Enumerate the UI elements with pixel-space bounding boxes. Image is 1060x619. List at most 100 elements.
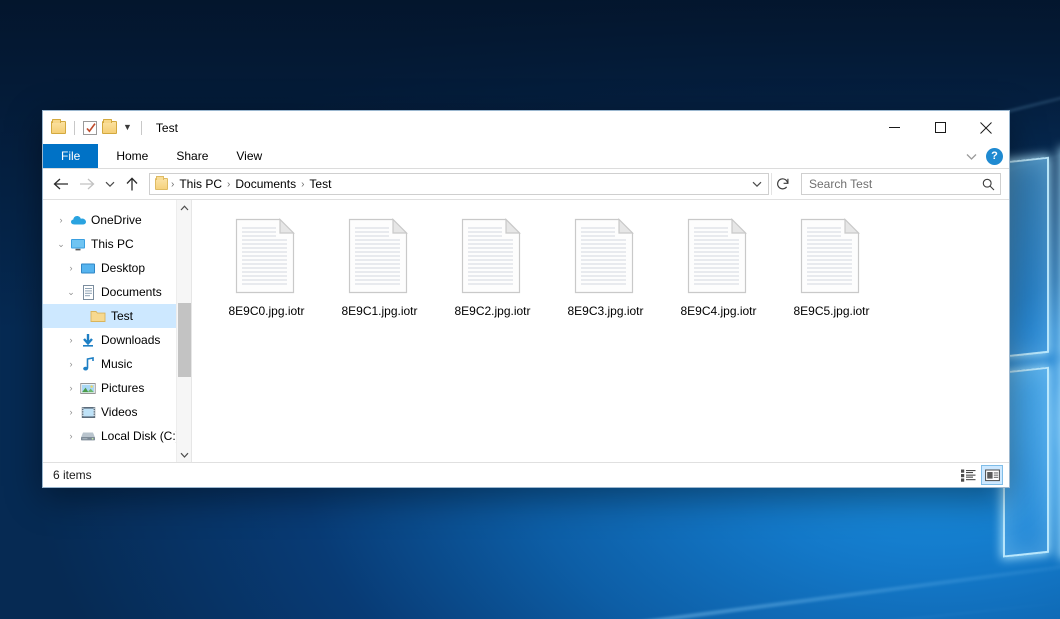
generic-document-icon [687, 218, 751, 294]
recent-locations-button[interactable] [101, 172, 118, 196]
address-bar[interactable]: › This PC › Documents › Test [149, 173, 769, 195]
sidebar-item-label: Test [111, 309, 133, 323]
ribbon-tabs: File Home Share View ? [43, 144, 1009, 169]
search-box[interactable] [801, 173, 1001, 195]
windows-logo [1003, 138, 1060, 591]
sidebar-item-desktop[interactable]: › Desktop [43, 256, 191, 280]
chevron-down-icon[interactable]: ⌄ [53, 239, 69, 250]
file-name-label: 8E9C3.jpg.iotr [567, 304, 643, 318]
sidebar-item-downloads[interactable]: › Downloads [43, 328, 191, 352]
quick-access-toolbar: ▼ Test [43, 121, 178, 135]
close-icon[interactable] [963, 111, 1009, 144]
desktop: ▼ Test File Home Share View [0, 0, 1060, 619]
sidebar-item-this-pc[interactable]: ⌄ This PC [43, 232, 191, 256]
search-icon[interactable] [982, 178, 995, 191]
sidebar-item-test[interactable]: Test [43, 304, 191, 328]
tab-file[interactable]: File [43, 144, 98, 168]
toolbar-separator [74, 121, 75, 135]
sidebar-item-label: Local Disk (C:) [101, 429, 180, 443]
tab-view[interactable]: View [222, 144, 276, 168]
file-name-label: 8E9C2.jpg.iotr [454, 304, 530, 318]
file-name-label: 8E9C0.jpg.iotr [228, 304, 304, 318]
file-name-label: 8E9C4.jpg.iotr [680, 304, 756, 318]
generic-document-icon [461, 218, 525, 294]
chevron-down-icon[interactable] [966, 153, 977, 161]
drive-icon [79, 430, 97, 442]
sidebar-item-label: Documents [101, 285, 162, 299]
properties-checkbox-icon[interactable] [83, 121, 97, 135]
chevron-up-icon[interactable] [177, 200, 192, 215]
navigation-pane: › OneDrive ⌄ [43, 200, 191, 462]
chevron-right-icon[interactable]: › [63, 335, 79, 345]
up-button[interactable] [120, 172, 144, 196]
sidebar-item-label: This PC [91, 237, 134, 251]
scrollbar-track[interactable] [177, 215, 192, 447]
file-item[interactable]: 8E9C5.jpg.iotr [775, 214, 888, 322]
chevron-down-icon[interactable]: ▼ [122, 123, 133, 132]
tab-share[interactable]: Share [162, 144, 222, 168]
help-button[interactable]: ? [986, 148, 1003, 165]
sidebar-item-label: Downloads [101, 333, 160, 347]
breadcrumb-documents[interactable]: Documents [231, 177, 300, 191]
generic-document-icon [348, 218, 412, 294]
sidebar-item-music[interactable]: › Music [43, 352, 191, 376]
monitor-icon [69, 238, 87, 251]
pictures-icon [79, 382, 97, 395]
generic-document-icon [574, 218, 638, 294]
file-item[interactable]: 8E9C0.jpg.iotr [210, 214, 323, 322]
cloud-icon [69, 214, 87, 226]
videos-icon [79, 406, 97, 419]
file-name-label: 8E9C5.jpg.iotr [793, 304, 869, 318]
file-item[interactable]: 8E9C1.jpg.iotr [323, 214, 436, 322]
file-explorer-window: ▼ Test File Home Share View [42, 110, 1010, 488]
ribbon-right-controls: ? [966, 144, 1003, 169]
status-bar: 6 items [43, 462, 1009, 487]
folder-icon [89, 309, 107, 323]
file-list-area[interactable]: 8E9C0.jpg.iotr [191, 200, 1009, 462]
generic-document-icon [235, 218, 299, 294]
maximize-icon[interactable] [917, 111, 963, 144]
file-item[interactable]: 8E9C3.jpg.iotr [549, 214, 662, 322]
details-view-button[interactable] [957, 465, 979, 485]
scrollbar-thumb[interactable] [178, 303, 191, 377]
sidebar-item-label: OneDrive [91, 213, 142, 227]
navigation-scrollbar[interactable] [176, 200, 191, 462]
chevron-right-icon[interactable]: › [53, 215, 69, 225]
sidebar-item-label: Pictures [101, 381, 144, 395]
chevron-right-icon[interactable]: › [63, 383, 79, 393]
chevron-down-icon[interactable] [177, 447, 192, 462]
tab-home[interactable]: Home [102, 144, 162, 168]
file-grid: 8E9C0.jpg.iotr [192, 200, 1009, 322]
sidebar-item-label: Music [101, 357, 132, 371]
chevron-right-icon[interactable]: › [63, 431, 79, 441]
large-icons-view-button[interactable] [981, 465, 1003, 485]
chevron-right-icon[interactable]: › [63, 407, 79, 417]
title-bar: ▼ Test [43, 111, 1009, 144]
toolbar-separator [141, 121, 142, 135]
search-input[interactable] [809, 177, 982, 191]
new-folder-icon[interactable] [102, 121, 117, 134]
refresh-icon[interactable] [771, 173, 793, 195]
item-count-label: 6 items [53, 468, 92, 482]
explorer-body: › OneDrive ⌄ [43, 199, 1009, 462]
sidebar-item-onedrive[interactable]: › OneDrive [43, 208, 191, 232]
sidebar-item-local-disk-c[interactable]: › Local Disk (C:) [43, 424, 191, 448]
sidebar-item-label: Desktop [101, 261, 145, 275]
chevron-right-icon[interactable]: › [63, 263, 79, 273]
file-item[interactable]: 8E9C2.jpg.iotr [436, 214, 549, 322]
breadcrumb-test[interactable]: Test [305, 177, 335, 191]
sidebar-item-pictures[interactable]: › Pictures [43, 376, 191, 400]
minimize-icon[interactable] [871, 111, 917, 144]
view-toggle-group [957, 465, 1003, 485]
chevron-down-icon[interactable]: ⌄ [63, 287, 79, 298]
sidebar-item-label: Videos [101, 405, 137, 419]
chevron-down-icon[interactable] [748, 174, 766, 194]
file-item[interactable]: 8E9C4.jpg.iotr [662, 214, 775, 322]
sidebar-item-videos[interactable]: › Videos [43, 400, 191, 424]
sidebar-item-documents[interactable]: ⌄ Documents [43, 280, 191, 304]
breadcrumb-this-pc[interactable]: This PC [175, 177, 226, 191]
back-button[interactable] [49, 172, 73, 196]
folder-icon[interactable] [51, 121, 66, 134]
forward-button[interactable] [75, 172, 99, 196]
chevron-right-icon[interactable]: › [63, 359, 79, 369]
